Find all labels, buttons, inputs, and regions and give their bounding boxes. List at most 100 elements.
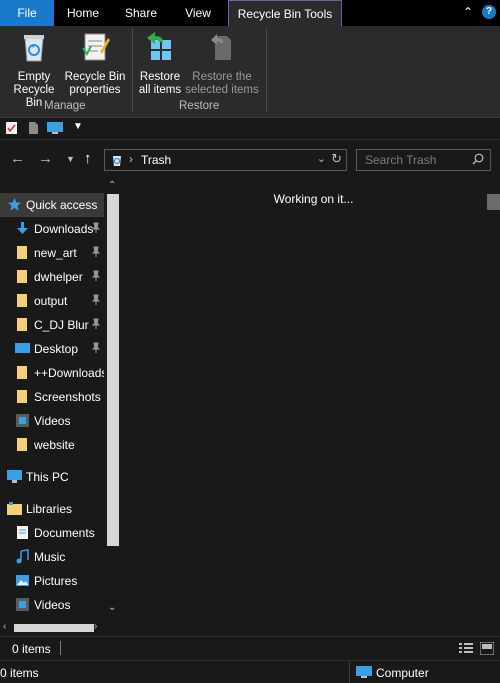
folder-icon bbox=[17, 294, 27, 307]
tab-view[interactable]: View bbox=[172, 0, 224, 26]
nav-label: Libraries bbox=[26, 502, 73, 516]
nav-label: Videos bbox=[34, 598, 71, 612]
nav-library-music[interactable]: Music bbox=[0, 545, 104, 569]
hscrollbar-thumb[interactable] bbox=[14, 624, 94, 632]
nav-libraries[interactable]: Libraries bbox=[0, 497, 104, 521]
recycle-bin-properties-button[interactable]: Recycle Bin properties bbox=[64, 30, 126, 97]
scroll-left-icon[interactable]: ‹ bbox=[3, 621, 6, 632]
up-arrow-icon[interactable]: ↑ bbox=[84, 150, 92, 167]
item-count: 0 items bbox=[12, 642, 51, 656]
nav-item-new-art[interactable]: new_art bbox=[0, 241, 104, 265]
navigation-pane-hscrollbar[interactable]: ‹ › bbox=[0, 620, 122, 636]
nav-label: dwhelper bbox=[34, 270, 83, 284]
recycle-bin-icon bbox=[113, 156, 121, 166]
this-pc-icon bbox=[7, 470, 22, 483]
recent-locations-icon[interactable]: ▼ bbox=[66, 154, 75, 164]
nav-library-documents[interactable]: Documents bbox=[0, 521, 104, 545]
tab-recycle-bin-tools[interactable]: Recycle Bin Tools bbox=[228, 0, 342, 26]
pin-icon[interactable] bbox=[91, 270, 101, 282]
pictures-icon bbox=[16, 575, 29, 586]
folder-icon bbox=[17, 246, 27, 259]
scroll-right-icon[interactable]: › bbox=[94, 621, 97, 632]
loading-message: Working on it... bbox=[273, 192, 354, 206]
details-view-icon[interactable] bbox=[459, 642, 473, 655]
nav-item-dwhelper[interactable]: dwhelper bbox=[0, 265, 104, 289]
folder-icon bbox=[17, 390, 27, 403]
forward-arrow-icon[interactable]: → bbox=[38, 150, 53, 167]
tab-home[interactable]: Home bbox=[56, 0, 110, 26]
status-divider bbox=[349, 661, 350, 683]
nav-label: C_DJ Blur bbox=[34, 318, 89, 332]
scroll-up-icon[interactable]: ⌃ bbox=[108, 180, 116, 191]
folder-icon bbox=[17, 438, 27, 451]
nav-item-c-dj-blur[interactable]: C_DJ Blur bbox=[0, 313, 104, 337]
nav-label: Music bbox=[34, 550, 66, 564]
refresh-icon[interactable]: ↻ bbox=[331, 151, 342, 167]
breadcrumb-trash[interactable]: Trash bbox=[141, 153, 171, 167]
ribbon-divider bbox=[132, 28, 133, 112]
nav-label: Pictures bbox=[34, 574, 78, 588]
scroll-down-icon[interactable]: ⌄ bbox=[108, 602, 116, 613]
nav-library-pictures[interactable]: Pictures bbox=[0, 569, 104, 593]
empty-recycle-bin-button[interactable]: Empty Recycle Bin bbox=[4, 30, 64, 110]
nav-quick-access[interactable]: Quick access bbox=[0, 193, 104, 217]
folder-icon bbox=[17, 366, 27, 379]
nav-label: Documents bbox=[34, 526, 95, 540]
properties-check-icon[interactable] bbox=[5, 121, 19, 135]
navigation-pane: Quick access Downloads new_art dwhelper … bbox=[0, 178, 104, 636]
pin-icon[interactable] bbox=[91, 294, 101, 306]
help-icon[interactable]: ? bbox=[482, 5, 496, 19]
nav-label: Videos bbox=[34, 414, 71, 428]
customize-toolbar-icon[interactable]: ▼ bbox=[73, 121, 83, 132]
pin-icon[interactable] bbox=[91, 246, 101, 258]
recycle-bin-properties-label: Recycle Bin properties bbox=[64, 71, 126, 96]
computer-icon[interactable] bbox=[46, 121, 64, 135]
ribbon-divider-end bbox=[266, 28, 267, 112]
search-icon[interactable] bbox=[472, 153, 484, 165]
collapse-ribbon-icon[interactable]: ⌃ bbox=[463, 5, 473, 19]
breadcrumb-chevron-icon[interactable]: › bbox=[129, 152, 133, 166]
status-divider bbox=[60, 641, 61, 655]
pin-icon[interactable] bbox=[91, 222, 101, 234]
nav-item-screenshots[interactable]: Screenshots bbox=[0, 385, 104, 409]
nav-library-videos[interactable]: Videos bbox=[0, 593, 104, 617]
videos-icon bbox=[16, 414, 29, 427]
status-bar: 0 items bbox=[0, 636, 500, 660]
restore-selected-icon bbox=[211, 34, 231, 60]
computer-icon bbox=[356, 666, 372, 678]
nav-item-downloads[interactable]: Downloads bbox=[0, 217, 104, 241]
content-scrollbar[interactable] bbox=[487, 190, 500, 615]
scrollbar-thumb[interactable] bbox=[107, 194, 119, 546]
undo-file-icon[interactable] bbox=[26, 121, 40, 135]
nav-label: ++Downloads bbox=[34, 366, 104, 380]
navigation-pane-scrollbar[interactable]: ⌃ ⌄ bbox=[104, 178, 122, 636]
nav-item-videos[interactable]: Videos bbox=[0, 409, 104, 433]
pin-icon[interactable] bbox=[91, 342, 101, 354]
search-input[interactable]: Search Trash bbox=[356, 149, 491, 171]
address-dropdown-icon[interactable]: ⌄ bbox=[317, 152, 326, 165]
back-arrow-icon[interactable]: ← bbox=[10, 150, 25, 167]
large-icons-view-icon[interactable] bbox=[480, 642, 494, 655]
documents-icon bbox=[17, 526, 28, 539]
nav-label: Downloads bbox=[34, 222, 94, 236]
tab-file[interactable]: File bbox=[0, 0, 54, 26]
restore-selected-items-label: Restore the selected items bbox=[185, 71, 259, 96]
address-row: ← → ▼ ↑ › Trash ⌄ ↻ Search Trash bbox=[0, 140, 500, 178]
libraries-icon bbox=[7, 502, 22, 515]
nav-item-desktop[interactable]: Desktop bbox=[0, 337, 104, 361]
tab-share[interactable]: Share bbox=[112, 0, 170, 26]
nav-item-output[interactable]: output bbox=[0, 289, 104, 313]
nav-label: Screenshots bbox=[34, 390, 101, 404]
address-bar[interactable]: › Trash ⌄ ↻ bbox=[104, 149, 347, 171]
content-scrollbar-thumb[interactable] bbox=[487, 194, 500, 210]
nav-label: output bbox=[34, 294, 68, 308]
pin-icon[interactable] bbox=[91, 318, 101, 330]
file-list-area[interactable]: Working on it... bbox=[122, 178, 500, 636]
restore-all-items-button[interactable]: Restore all items bbox=[136, 30, 184, 97]
nav-item-plus-downloads[interactable]: ++Downloads bbox=[0, 361, 104, 385]
restore-all-items-label: Restore all items bbox=[138, 71, 182, 96]
restore-selected-items-button[interactable]: Restore the selected items bbox=[184, 30, 260, 97]
search-placeholder: Search Trash bbox=[365, 153, 437, 167]
nav-item-website[interactable]: website bbox=[0, 433, 104, 457]
nav-this-pc[interactable]: This PC bbox=[0, 465, 104, 489]
